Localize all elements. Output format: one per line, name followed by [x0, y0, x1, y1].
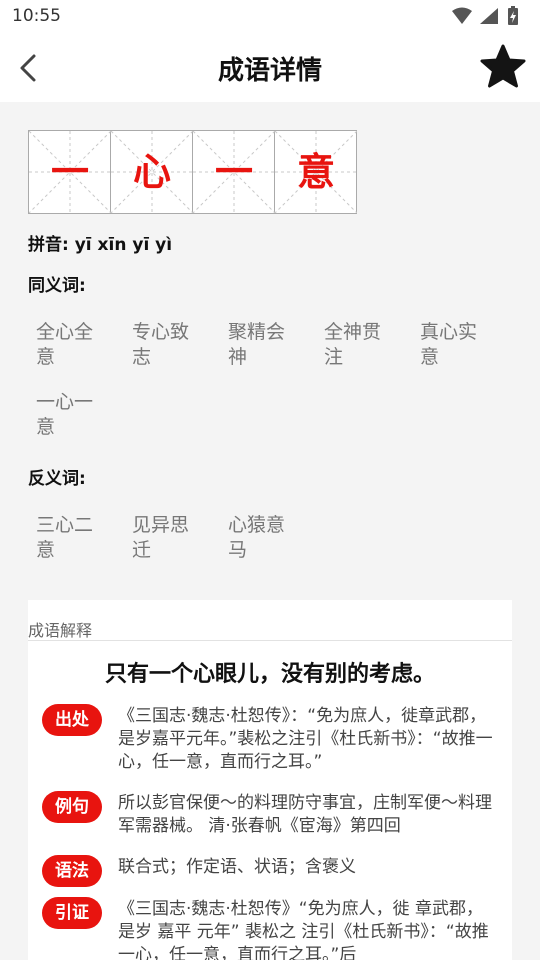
idiom-character: 心: [132, 150, 171, 194]
signal-icon: [480, 8, 498, 24]
status-time: 10:55: [12, 6, 61, 26]
source-text: 《三国志·魏志·杜恕传》：“免为庶人，徙章武郡，是岁嘉平元年。”裴松之注引《杜氏…: [118, 706, 493, 772]
antonym-item[interactable]: 心猿意马: [228, 513, 302, 563]
favorite-button[interactable]: [478, 42, 528, 92]
status-icons: [450, 6, 530, 28]
page-title: 成语详情: [217, 56, 322, 86]
antonyms-label: 反义词:: [28, 469, 86, 489]
idiom-character: 意: [296, 150, 335, 194]
example-text: 所以彭官保便～的料理防守事宜，庄制军便～料理军需器械。 清·张春帆《宦海》第四回: [118, 793, 492, 836]
character-cell: 心: [111, 131, 193, 213]
synonym-item[interactable]: 聚精会神: [228, 320, 302, 370]
explanation-label: 成语解释: [28, 621, 93, 640]
antonym-item[interactable]: 见异思迁: [132, 513, 206, 563]
idiom-character: 一: [214, 150, 253, 194]
star-icon: [480, 44, 526, 88]
synonym-item[interactable]: 全神贯注: [324, 320, 398, 370]
synonym-item[interactable]: 一心一意: [36, 390, 110, 440]
citation-tag: 引证: [42, 897, 102, 929]
example-tag: 例句: [42, 791, 102, 823]
synonym-item[interactable]: 真心实意: [420, 320, 494, 370]
synonym-item[interactable]: 全心全意: [36, 320, 110, 370]
idiom-meaning: 只有一个心眼儿，没有别的考虑。: [104, 662, 435, 687]
synonym-item[interactable]: 专心致志: [132, 320, 206, 370]
character-cell: 一: [193, 131, 275, 213]
idiom-character: 一: [50, 150, 89, 194]
citation-text: 《三国志·魏志·杜恕传》“免为庶人，徙 章武郡，是岁 嘉平 元年” 裴松之 注引…: [118, 899, 489, 960]
pinyin: 拼音: yī xīn yī yì: [28, 235, 173, 255]
grammar-text: 联合式；作定语、状语；含褒义: [118, 857, 356, 877]
grammar-tag: 语法: [42, 855, 102, 887]
divider: [28, 640, 512, 641]
status-bar: 10:55: [0, 0, 540, 34]
character-cell: 一: [29, 131, 111, 213]
synonyms-label: 同义词:: [28, 276, 86, 296]
source-tag: 出处: [42, 704, 102, 736]
idiom-character-grid: 一 心 一 意: [28, 130, 357, 214]
antonym-item[interactable]: 三心二意: [36, 513, 110, 563]
app-header: 成语详情: [0, 34, 540, 102]
explanation-card: 成语解释 只有一个心眼儿，没有别的考虑。 出处 《三国志·魏志·杜恕传》：“免为…: [28, 600, 512, 960]
battery-icon: [508, 6, 518, 25]
wifi-icon: [452, 7, 472, 24]
character-cell: 意: [275, 131, 357, 213]
